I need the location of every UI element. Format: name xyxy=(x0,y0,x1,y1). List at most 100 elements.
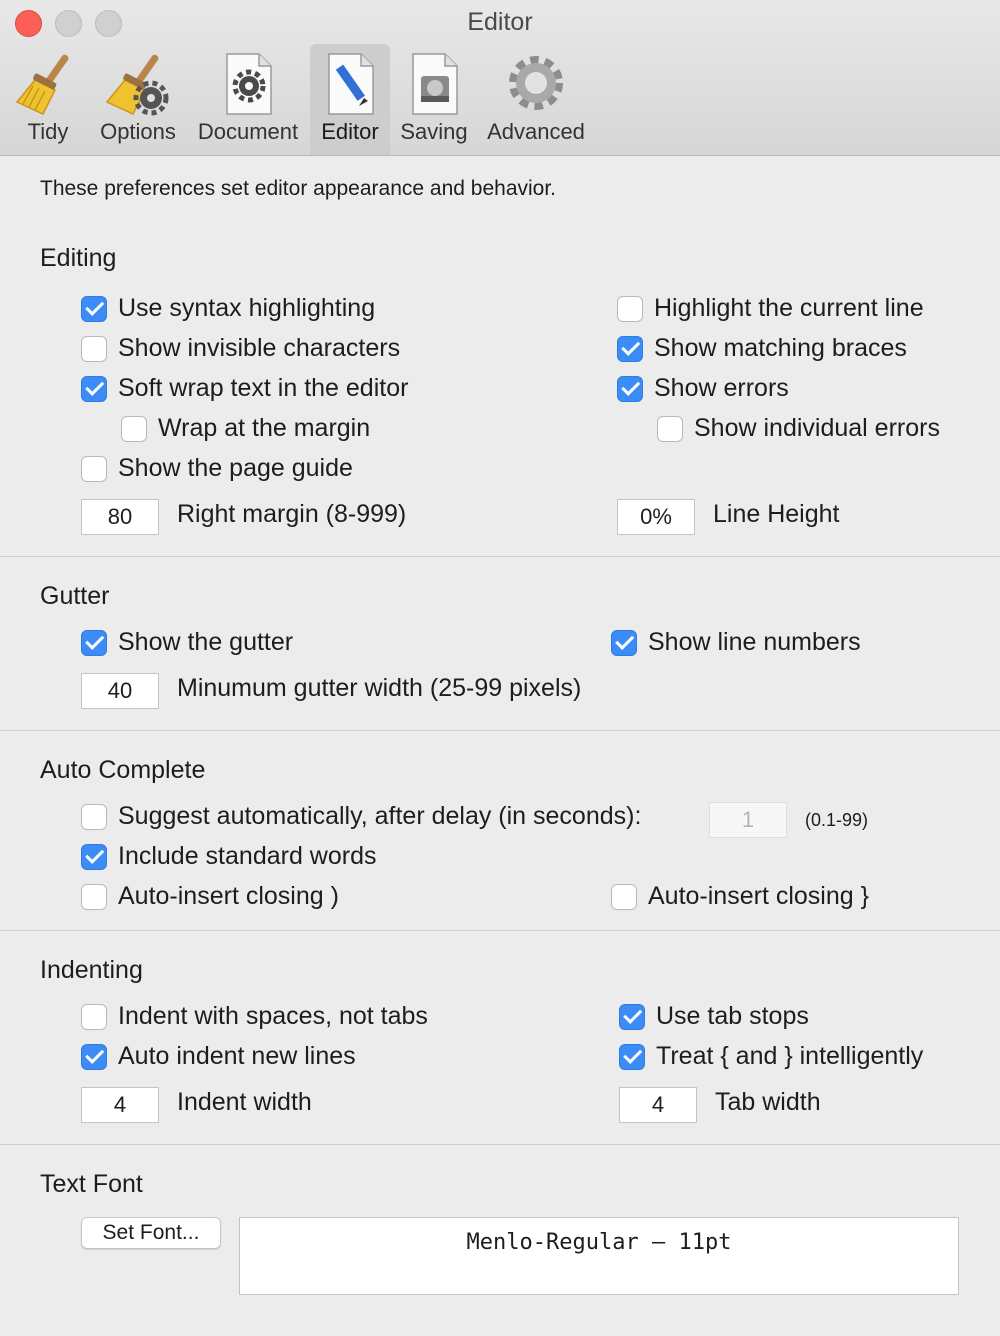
section-title-gutter: Gutter xyxy=(40,582,110,610)
section-divider xyxy=(0,730,1000,731)
checkbox-individual-errors[interactable]: Show individual errors xyxy=(657,414,940,443)
checkbox-box[interactable] xyxy=(81,335,107,362)
checkbox-label: Use tab stops xyxy=(656,1002,809,1030)
checkbox-wrap-at-margin[interactable]: Wrap at the margin xyxy=(121,414,370,443)
section-title-indenting: Indenting xyxy=(40,956,143,984)
section-title-editing: Editing xyxy=(40,244,117,272)
checkbox-box[interactable] xyxy=(617,375,643,402)
tab-width-label: Tab width xyxy=(715,1088,821,1116)
checkbox-box[interactable] xyxy=(617,335,643,362)
checkbox-label: Soft wrap text in the editor xyxy=(118,374,409,402)
toolbar-tab-options[interactable]: Options xyxy=(95,44,181,155)
line-height-label: Line Height xyxy=(713,500,840,528)
checkbox-label: Show errors xyxy=(654,374,789,402)
toolbar-tab-label: Saving xyxy=(400,119,468,144)
checkbox-smart-braces[interactable]: Treat { and } intelligently xyxy=(619,1042,923,1071)
checkbox-box[interactable] xyxy=(81,375,107,402)
indent-width-label: Indent width xyxy=(177,1088,312,1116)
checkbox-label: Show individual errors xyxy=(694,414,940,442)
toolbar-tab-label: Advanced xyxy=(487,119,585,144)
tab-width-field[interactable]: 4 xyxy=(619,1087,697,1123)
checkbox-soft-wrap[interactable]: Soft wrap text in the editor xyxy=(81,374,408,403)
checkbox-box[interactable] xyxy=(611,883,637,910)
indent-width-field[interactable]: 4 xyxy=(81,1087,159,1123)
checkbox-show-line-numbers[interactable]: Show line numbers xyxy=(611,628,861,657)
toolbar-tab-document[interactable]: Document xyxy=(192,44,304,155)
checkbox-label: Indent with spaces, not tabs xyxy=(118,1002,428,1030)
gear-icon xyxy=(509,56,563,110)
document-disk-icon xyxy=(412,53,458,115)
checkbox-box[interactable] xyxy=(657,415,683,442)
toolbar-tab-label: Document xyxy=(197,119,299,144)
section-title-auto-complete: Auto Complete xyxy=(40,756,206,784)
section-divider xyxy=(0,1144,1000,1145)
section-divider xyxy=(0,556,1000,557)
toolbar-tab-saving[interactable]: Saving xyxy=(396,44,472,155)
toolbar-tab-editor[interactable]: Editor xyxy=(310,44,390,155)
suggest-delay-field[interactable]: 1 xyxy=(709,802,787,838)
set-font-button[interactable]: Set Font... xyxy=(81,1217,221,1249)
checkbox-matching-braces[interactable]: Show matching braces xyxy=(617,334,907,363)
checkbox-label: Show invisible characters xyxy=(118,334,401,362)
checkbox-box[interactable] xyxy=(611,629,637,656)
checkbox-label: Highlight the current line xyxy=(654,294,924,322)
checkbox-label: Show the gutter xyxy=(118,628,294,656)
window-title: Editor xyxy=(467,8,533,36)
toolbar-tab-label: Options xyxy=(100,119,176,144)
checkbox-box[interactable] xyxy=(81,843,107,870)
checkbox-box[interactable] xyxy=(81,883,107,910)
checkbox-box[interactable] xyxy=(121,415,147,442)
intro-text: These preferences set editor appearance … xyxy=(40,177,557,200)
checkbox-label: Use syntax highlighting xyxy=(118,294,376,322)
checkbox-box[interactable] xyxy=(81,1003,107,1030)
toolbar-tab-tidy[interactable]: Tidy xyxy=(8,44,88,155)
font-preview-box: Menlo-Regular – 11pt xyxy=(239,1217,959,1295)
checkbox-standard-words[interactable]: Include standard words xyxy=(81,842,376,871)
checkbox-box[interactable] xyxy=(81,629,107,656)
gutter-width-label: Minumum gutter width (25-99 pixels) xyxy=(177,674,582,702)
toolbar-tab-label: Tidy xyxy=(27,119,69,144)
checkbox-box[interactable] xyxy=(81,1043,107,1070)
checkbox-auto-insert-paren[interactable]: Auto-insert closing ) xyxy=(81,882,339,911)
checkbox-auto-insert-brace[interactable]: Auto-insert closing } xyxy=(611,882,869,911)
checkbox-label: Show line numbers xyxy=(648,628,861,656)
checkbox-box[interactable] xyxy=(619,1043,645,1070)
checkbox-label: Show matching braces xyxy=(654,334,907,362)
checkbox-page-guide[interactable]: Show the page guide xyxy=(81,454,353,483)
checkbox-label: Wrap at the margin xyxy=(158,414,371,442)
checkbox-label: Auto-insert closing } xyxy=(648,882,869,910)
right-margin-label: Right margin (8-999) xyxy=(177,500,407,528)
right-margin-field[interactable]: 80 xyxy=(81,499,159,535)
checkbox-show-invisibles[interactable]: Show invisible characters xyxy=(81,334,400,363)
checkbox-box[interactable] xyxy=(81,803,107,830)
checkbox-label: Auto indent new lines xyxy=(118,1042,356,1070)
line-height-field[interactable]: 0% xyxy=(617,499,695,535)
toolbar: Editor Tidy Options Document Editor Savi… xyxy=(0,0,1000,156)
checkbox-indent-spaces[interactable]: Indent with spaces, not tabs xyxy=(81,1002,428,1031)
checkbox-syntax-highlighting[interactable]: Use syntax highlighting xyxy=(81,294,375,323)
checkbox-tab-stops[interactable]: Use tab stops xyxy=(619,1002,809,1031)
checkbox-label: Auto-insert closing ) xyxy=(118,882,339,910)
checkbox-suggest-automatically[interactable]: Suggest automatically, after delay (in s… xyxy=(81,802,641,831)
checkbox-auto-indent[interactable]: Auto indent new lines xyxy=(81,1042,356,1071)
suggest-delay-range: (0.1-99) xyxy=(805,810,869,830)
checkbox-label: Show the page guide xyxy=(118,454,353,482)
document-gear-icon xyxy=(226,53,272,115)
checkbox-show-errors[interactable]: Show errors xyxy=(617,374,789,403)
checkbox-label: Suggest automatically, after delay (in s… xyxy=(118,802,642,830)
section-divider xyxy=(0,930,1000,931)
checkbox-box[interactable] xyxy=(619,1003,645,1030)
checkbox-show-gutter[interactable]: Show the gutter xyxy=(81,628,293,657)
checkbox-label: Include standard words xyxy=(118,842,377,870)
checkbox-label: Treat { and } intelligently xyxy=(656,1042,924,1070)
broom-gear-icon xyxy=(105,54,169,116)
checkbox-box[interactable] xyxy=(617,295,643,322)
checkbox-highlight-current-line[interactable]: Highlight the current line xyxy=(617,294,924,323)
toolbar-tab-label: Editor xyxy=(321,119,379,144)
toolbar-tab-advanced[interactable]: Advanced xyxy=(480,44,592,155)
document-pencil-icon xyxy=(328,53,374,115)
checkbox-box[interactable] xyxy=(81,295,107,322)
checkbox-box[interactable] xyxy=(81,455,107,482)
section-title-text-font: Text Font xyxy=(40,1170,143,1198)
gutter-width-field[interactable]: 40 xyxy=(81,673,159,709)
